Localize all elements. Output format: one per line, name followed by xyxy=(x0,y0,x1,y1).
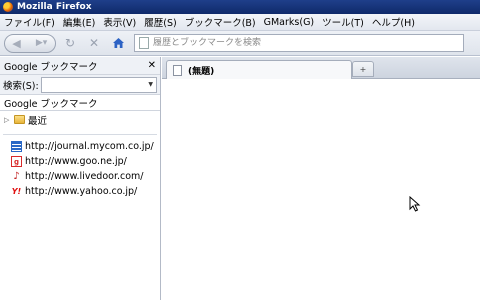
home-icon xyxy=(112,38,124,48)
firefox-logo-icon xyxy=(3,2,13,12)
menu-help[interactable]: ヘルプ(H) xyxy=(368,15,419,29)
bookmark-link-journal[interactable]: http://journal.mycom.co.jp/ xyxy=(0,139,160,154)
close-icon[interactable]: ✕ xyxy=(148,60,156,71)
sidebar-search-row: 検索(S): ▼ xyxy=(0,75,160,95)
home-button[interactable] xyxy=(108,33,128,53)
tab-untitled[interactable]: (無題) xyxy=(166,60,352,79)
reload-icon: ↻ xyxy=(64,36,76,50)
url-bar[interactable] xyxy=(134,34,464,52)
sidebar-search-input[interactable]: ▼ xyxy=(40,76,157,93)
bookmark-url: http://journal.mycom.co.jp/ xyxy=(25,141,154,152)
back-arrow-icon: ◀ xyxy=(12,36,21,50)
sidebar-title: Google ブックマーク xyxy=(4,61,98,73)
journal-favicon-icon xyxy=(11,141,22,152)
new-tab-button[interactable]: + xyxy=(352,61,374,77)
menu-tools[interactable]: ツール(T) xyxy=(318,15,368,29)
yahoo-favicon-icon: Y! xyxy=(11,187,22,196)
bookmark-url: http://www.livedoor.com/ xyxy=(25,171,144,182)
menu-edit[interactable]: 編集(E) xyxy=(59,15,99,29)
window-titlebar: Mozilla Firefox xyxy=(0,0,480,14)
forward-arrow-icon: ▶▾ xyxy=(35,38,48,48)
sidebar-divider xyxy=(3,134,157,135)
bookmark-link-goo[interactable]: g http://www.goo.ne.jp/ xyxy=(0,154,160,169)
tab-label: (無題) xyxy=(188,66,215,77)
bookmark-url: http://www.goo.ne.jp/ xyxy=(25,156,127,167)
navigation-toolbar: ◀ ▶▾ ↻ ✕ xyxy=(0,31,480,56)
bookmark-link-livedoor[interactable]: ♪ http://www.livedoor.com/ xyxy=(0,169,160,184)
sidebar-header: Google ブックマーク ✕ xyxy=(0,57,160,75)
bookmarks-sidebar: Google ブックマーク ✕ 検索(S): ▼ Google ブックマーク ▷… xyxy=(0,57,161,300)
search-label: 検索(S): xyxy=(3,80,39,92)
dropdown-arrow-icon[interactable]: ▼ xyxy=(148,81,153,88)
menu-gmarks[interactable]: GMarks(G) xyxy=(260,17,319,28)
livedoor-favicon-icon: ♪ xyxy=(13,171,20,182)
window-title: Mozilla Firefox xyxy=(17,2,92,12)
bookmark-link-yahoo[interactable]: Y! http://www.yahoo.co.jp/ xyxy=(0,184,160,199)
page-icon xyxy=(139,37,149,49)
plus-icon: + xyxy=(359,64,367,74)
menu-bar: ファイル(F) 編集(E) 表示(V) 履歴(S) ブックマーク(B) GMar… xyxy=(0,14,480,31)
stop-icon: ✕ xyxy=(88,36,100,50)
tab-strip: (無題) + xyxy=(162,57,480,79)
folder-item-recent[interactable]: ▷ 最近 xyxy=(0,111,160,128)
stop-button[interactable]: ✕ xyxy=(84,33,104,53)
expand-twisty-icon[interactable]: ▷ xyxy=(4,116,12,124)
menu-file[interactable]: ファイル(F) xyxy=(0,15,59,29)
menu-history[interactable]: 履歴(S) xyxy=(140,15,180,29)
goo-favicon-icon: g xyxy=(11,156,22,167)
bookmark-url: http://www.yahoo.co.jp/ xyxy=(25,186,138,197)
menu-view[interactable]: 表示(V) xyxy=(99,15,140,29)
folder-label: 最近 xyxy=(28,115,48,127)
content-area: (無題) + xyxy=(162,57,480,300)
page-icon xyxy=(173,64,182,76)
root-label: Google ブックマーク xyxy=(4,98,98,110)
folder-icon xyxy=(14,115,25,124)
mouse-cursor-icon xyxy=(409,196,421,212)
back-forward-group: ◀ ▶▾ xyxy=(4,33,56,53)
url-input[interactable] xyxy=(153,36,453,50)
sidebar-root-label: Google ブックマーク xyxy=(0,95,160,111)
reload-button[interactable]: ↻ xyxy=(60,33,80,53)
forward-button[interactable]: ▶▾ xyxy=(28,34,55,52)
back-button[interactable]: ◀ xyxy=(5,34,28,52)
menu-bookmarks[interactable]: ブックマーク(B) xyxy=(181,15,260,29)
